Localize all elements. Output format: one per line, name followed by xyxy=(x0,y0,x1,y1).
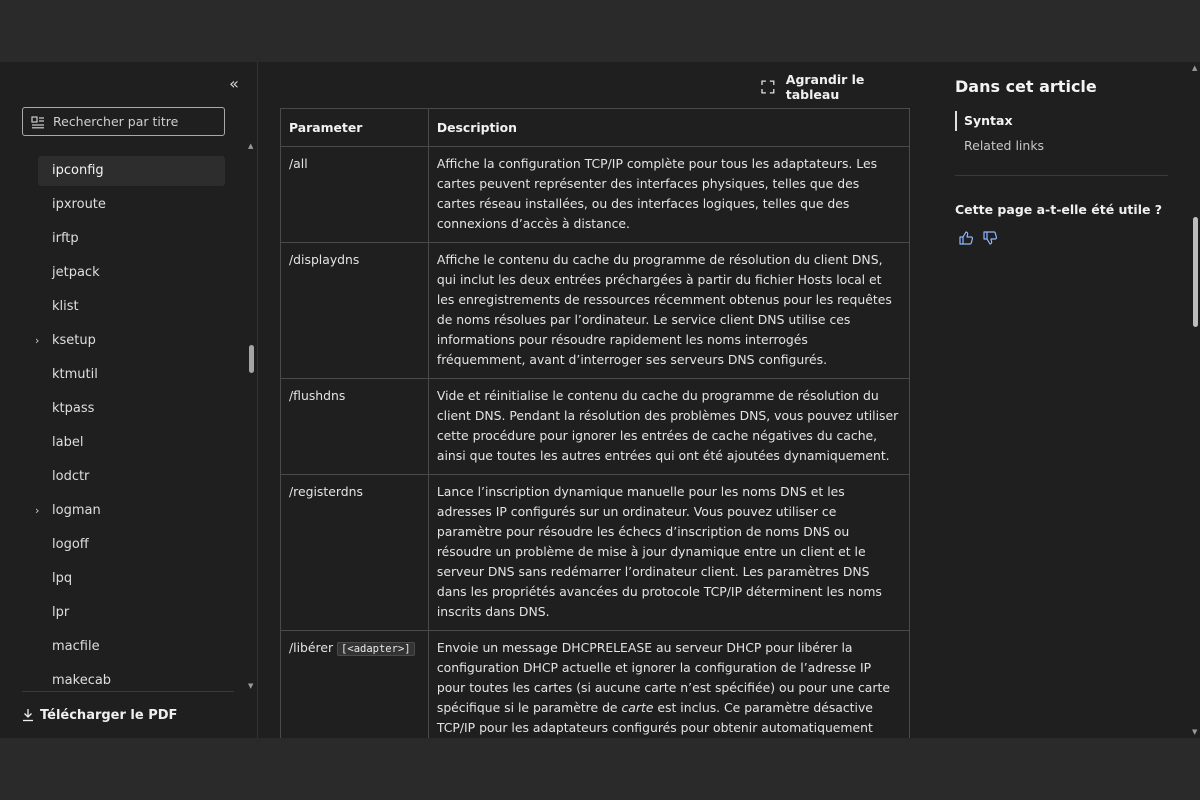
sidebar-divider xyxy=(22,691,234,692)
toc-item-label: logoff xyxy=(52,537,89,552)
toc-item-label: ktpass xyxy=(52,401,95,416)
toc-scrollbar-thumb[interactable] xyxy=(249,345,254,373)
scroll-down-arrow-icon[interactable]: ▼ xyxy=(248,682,253,690)
table-row: /registerdns Lance l’inscription dynamiq… xyxy=(280,474,911,631)
column-header-parameter: Parameter xyxy=(280,108,429,147)
column-header-description: Description xyxy=(427,108,911,147)
toc-item-label-cmd[interactable]: label xyxy=(38,428,225,458)
toc-item-label: ksetup xyxy=(52,333,96,348)
param-cell: /displaydns xyxy=(280,242,429,379)
toc-item-label: klist xyxy=(52,299,79,314)
description-cell: Vide et réinitialise le contenu du cache… xyxy=(427,378,911,475)
toc-item-lpr[interactable]: lpr xyxy=(38,598,225,628)
toc-item-label: irftp xyxy=(52,231,79,246)
aside-divider xyxy=(955,175,1168,176)
in-page-link-related[interactable]: Related links xyxy=(955,136,1175,160)
toc-item-logoff[interactable]: logoff xyxy=(38,530,225,560)
bottom-backdrop xyxy=(0,738,1200,800)
toc-item-label: label xyxy=(52,435,84,450)
feedback-question: Cette page a-t-elle été utile ? xyxy=(955,202,1163,217)
table-row: /displaydns Affiche le contenu du cache … xyxy=(280,242,911,379)
toc-item-label: ktmutil xyxy=(52,367,98,382)
in-this-article-title: Dans cet article xyxy=(955,77,1097,96)
table-row: /libérer [<adapter>] Envoie un message D… xyxy=(280,630,911,738)
chevron-right-icon[interactable]: › xyxy=(35,326,39,356)
param-cell: /libérer [<adapter>] xyxy=(280,630,429,738)
param-cell: /registerdns xyxy=(280,474,429,631)
scroll-up-arrow-icon[interactable]: ▲ xyxy=(248,142,253,150)
description-cell: Lance l’inscription dynamique manuelle p… xyxy=(427,474,911,631)
docs-window: « ipconfig ipxroute irftp jetpack klist … xyxy=(0,62,1200,738)
toc-item-ksetup[interactable]: › ksetup xyxy=(35,326,225,356)
table-row: /all Affiche la configuration TCP/IP com… xyxy=(280,146,911,243)
expand-icon xyxy=(761,80,775,94)
toc-item-label: ipconfig xyxy=(52,163,104,178)
description-cell: Envoie un message DHCPRELEASE au serveur… xyxy=(427,630,911,738)
toc-item-irftp[interactable]: irftp xyxy=(38,224,225,254)
toc-item-label: lodctr xyxy=(52,469,90,484)
download-pdf-link[interactable]: Télécharger le PDF xyxy=(22,705,177,725)
toc-item-logman[interactable]: › logman xyxy=(35,496,225,526)
download-icon xyxy=(23,709,33,722)
toc-item-label: logman xyxy=(52,503,101,518)
toc-item-label: macfile xyxy=(52,639,100,654)
toc-item-label: makecab xyxy=(52,673,112,688)
desc-emphasis: carte xyxy=(621,700,654,715)
table-row: /flushdns Vide et réinitialise le conten… xyxy=(280,378,911,475)
toc-item-lodctr[interactable]: lodctr xyxy=(38,462,225,492)
toc-item-ktmutil[interactable]: ktmutil xyxy=(38,360,225,390)
toc-item-lpq[interactable]: lpq xyxy=(38,564,225,594)
download-pdf-label: Télécharger le PDF xyxy=(40,707,178,723)
thumbs-down-icon[interactable] xyxy=(982,230,998,246)
param-cell: /flushdns xyxy=(280,378,429,475)
toc-item-ktpass[interactable]: ktpass xyxy=(38,394,225,424)
page-scrollbar[interactable] xyxy=(1190,62,1200,738)
param-name: /libérer xyxy=(289,640,334,655)
toc-item-macfile[interactable]: macfile xyxy=(38,632,225,662)
scroll-up-arrow-icon[interactable]: ▲ xyxy=(1192,64,1197,72)
in-page-link-syntax[interactable]: Syntax xyxy=(955,111,1175,131)
parameters-table: Parameter Description /all Affiche la co… xyxy=(280,108,911,738)
param-cell: /all xyxy=(280,146,429,243)
sidebar: « ipconfig ipxroute irftp jetpack klist … xyxy=(0,62,258,738)
scroll-down-arrow-icon[interactable]: ▼ xyxy=(1192,728,1197,736)
article-content: Agrandir le tableau Parameter Descriptio… xyxy=(258,62,920,738)
top-backdrop xyxy=(0,0,1200,62)
expand-table-label: Agrandir le tableau xyxy=(785,72,865,102)
toc-item-makecab[interactable]: makecab xyxy=(38,666,225,694)
toc-item-label: jetpack xyxy=(52,265,100,280)
thumbs-up-icon[interactable] xyxy=(958,230,974,246)
chevron-right-icon[interactable]: › xyxy=(35,496,39,526)
toc-item-ipxroute[interactable]: ipxroute xyxy=(38,190,225,220)
toc-list: ipconfig ipxroute irftp jetpack klist › k… xyxy=(0,154,240,694)
table-header-row: Parameter Description xyxy=(280,108,911,147)
toc-item-jetpack[interactable]: jetpack xyxy=(38,258,225,288)
page-scrollbar-thumb[interactable] xyxy=(1193,217,1198,327)
filter-icon xyxy=(31,115,44,128)
toc-item-label: ipxroute xyxy=(52,197,106,212)
expand-table-button[interactable]: Agrandir le tableau xyxy=(761,72,920,102)
description-cell: Affiche le contenu du cache du programme… xyxy=(427,242,911,379)
toc-item-label: lpq xyxy=(52,571,73,586)
search-box[interactable] xyxy=(22,107,225,136)
toc-item-klist[interactable]: klist xyxy=(38,292,225,322)
toc-item-ipconfig[interactable]: ipconfig xyxy=(38,156,225,186)
feedback-buttons xyxy=(958,230,998,246)
toc-item-label: lpr xyxy=(52,605,70,620)
in-this-article-panel: Dans cet article Syntax Related links Ce… xyxy=(920,62,1190,738)
collapse-sidebar-icon[interactable]: « xyxy=(224,74,244,94)
description-cell: Affiche la configuration TCP/IP complète… xyxy=(427,146,911,243)
search-input[interactable] xyxy=(53,114,203,129)
in-page-nav: Syntax Related links xyxy=(955,111,1175,161)
adapter-code: [<adapter>] xyxy=(337,642,415,656)
